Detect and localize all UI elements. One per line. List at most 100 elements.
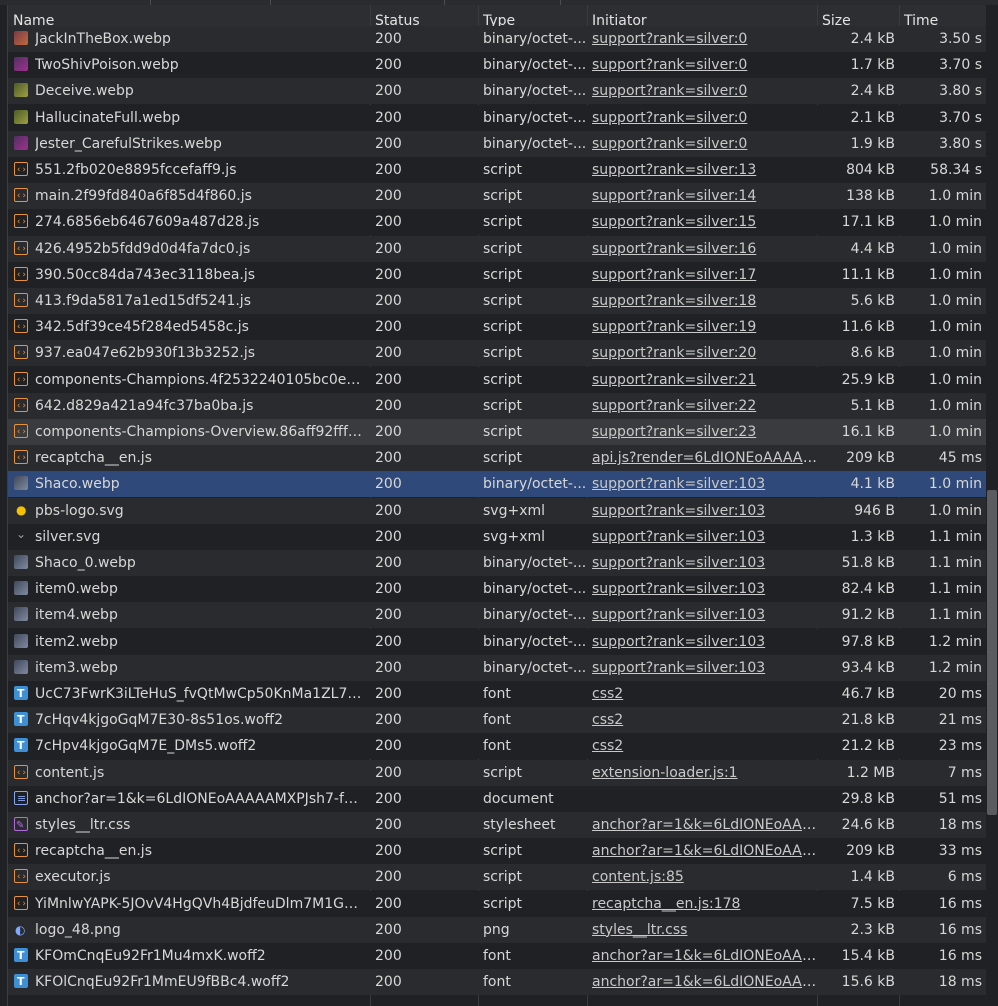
initiator-link[interactable]: support?rank=silver:14 [592,188,756,204]
table-row[interactable]: 390.50cc84da743ec3118bea.js 200 script supp… [8,261,986,288]
initiator-link[interactable]: support?rank=silver:0 [592,136,747,152]
initiator-link[interactable]: support?rank=silver:0 [592,57,747,73]
request-name-cell[interactable]: KFOlCnqEu92Fr1MmEU9fBBc4.woff2 [8,969,370,995]
table-row[interactable]: KFOmCnqEu92Fr1Mu4mxK.woff2 200 font anchor?… [8,943,986,969]
request-name-cell[interactable]: 7cHpv4kjgoGqM7E_DMs5.woff2 [8,733,370,759]
table-row[interactable]: styles__ltr.css 200 stylesheet anchor?ar=1&… [8,812,986,838]
initiator-link[interactable]: support?rank=silver:103 [592,476,765,492]
table-row[interactable]: item2.webp 200 binary/octet-... support?ran… [8,628,986,655]
initiator-link[interactable]: support?rank=silver:103 [592,555,765,571]
initiator-link[interactable]: styles__ltr.css [592,922,687,938]
request-name-cell[interactable]: styles__ltr.css [8,812,370,838]
request-name-cell[interactable]: pbs-logo.svg [8,498,370,524]
request-name-cell[interactable]: item3.webp [8,655,370,681]
initiator-link[interactable]: support?rank=silver:103 [592,634,765,650]
table-row[interactable]: recaptcha__en.js 200 script api.js?render=6… [8,445,986,472]
table-row[interactable]: KFOlCnqEu92Fr1MmEU9fBBc4.woff2 200 font anc… [8,969,986,996]
initiator-link[interactable]: css2 [592,738,623,754]
request-name-cell[interactable]: Jester_CarefulStrikes.webp [8,131,370,157]
table-row[interactable]: pbs-logo.svg 200 svg+xml support?rank=silve… [8,497,986,524]
table-row[interactable]: 342.5df39ce45f284ed5458c.js 200 script supp… [8,314,986,341]
table-row[interactable]: TwoShivPoison.webp 200 binary/octet-... sup… [8,52,986,79]
table-row[interactable]: main.2f99fd840a6f85d4f860.js 200 script sup… [8,183,986,210]
table-row[interactable]: JackInTheBox.webp 200 binary/octet-... supp… [8,26,986,52]
request-name-cell[interactable]: components-Champions-Overview.86aff92fff… [8,419,370,445]
initiator-link[interactable]: support?rank=silver:0 [592,83,747,99]
initiator-link[interactable]: support?rank=silver:17 [592,267,756,283]
table-row[interactable]: 937.ea047e62b930f13b3252.js 200 script supp… [8,340,986,367]
initiator-link[interactable]: support?rank=silver:15 [592,214,756,230]
request-name-cell[interactable]: item4.webp [8,602,370,628]
table-row[interactable]: silver.svg 200 svg+xml support?rank=silver:… [8,523,986,550]
request-name-cell[interactable]: recaptcha__en.js [8,445,370,471]
request-name-cell[interactable]: 413.f9da5817a1ed15df5241.js [8,288,370,314]
request-name-cell[interactable]: Shaco_0.webp [8,550,370,576]
table-row[interactable]: YiMnlwYAPK-5JOvV4HgQVh4BjdfeuDlm7M1Gg...… [8,890,986,917]
initiator-link[interactable]: support?rank=silver:19 [592,319,756,335]
table-row[interactable]: 274.6856eb6467609a487d28.js 200 script supp… [8,209,986,236]
request-name-cell[interactable]: 642.d829a421a94fc37ba0ba.js [8,393,370,419]
initiator-link[interactable]: support?rank=silver:23 [592,424,756,440]
request-name-cell[interactable]: 274.6856eb6467609a487d28.js [8,209,370,235]
table-row[interactable]: 413.f9da5817a1ed15df5241.js 200 script supp… [8,288,986,314]
request-name-cell[interactable]: UcC73FwrK3iLTeHuS_fvQtMwCp50KnMa1ZL7.w..… [8,681,370,707]
table-row[interactable]: item3.webp 200 binary/octet-... support?ran… [8,654,986,681]
request-name-cell[interactable]: 7cHqv4kjgoGqM7E30-8s51os.woff2 [8,707,370,733]
request-name-cell[interactable]: HallucinateFull.webp [8,105,370,131]
initiator-link[interactable]: support?rank=silver:16 [592,241,756,257]
request-name-cell[interactable]: Deceive.webp [8,78,370,104]
initiator-link[interactable]: support?rank=silver:103 [592,503,765,519]
table-row[interactable]: 7cHpv4kjgoGqM7E_DMs5.woff2 200 font css2 21.… [8,733,986,760]
initiator-link[interactable]: anchor?ar=1&k=6LdIONEoAAAAA [592,974,817,990]
initiator-link[interactable]: support?rank=silver:0 [592,110,747,126]
request-name-cell[interactable]: silver.svg [8,524,370,550]
request-name-cell[interactable]: main.2f99fd840a6f85d4f860.js [8,183,370,209]
request-name-cell[interactable]: logo_48.png [8,917,370,943]
initiator-link[interactable]: support?rank=silver:103 [592,529,765,545]
table-row[interactable]: item4.webp 200 binary/octet-... support?ran… [8,602,986,629]
request-name-cell[interactable]: TwoShivPoison.webp [8,52,370,78]
initiator-link[interactable]: support?rank=silver:18 [592,293,756,309]
table-row[interactable]: components-Champions.4f2532240105bc0eb4d… [8,366,986,393]
vertical-scrollbar[interactable] [986,5,998,1006]
request-name-cell[interactable]: Shaco.webp [8,471,370,497]
scrollbar-thumb[interactable] [987,490,997,815]
initiator-link[interactable]: content.js:85 [592,869,684,885]
table-row[interactable]: 426.4952b5fdd9d0d4fa7dc0.js 200 script supp… [8,235,986,262]
initiator-link[interactable]: support?rank=silver:103 [592,607,765,623]
table-row[interactable]: recaptcha__en.js 200 script anchor?ar=1&k=6… [8,838,986,865]
request-name-cell[interactable]: KFOmCnqEu92Fr1Mu4mxK.woff2 [8,943,370,969]
table-row[interactable]: 551.2fb020e8895fccefaff9.js 200 script supp… [8,157,986,183]
table-row[interactable]: item0.webp 200 binary/octet-... support?ran… [8,576,986,603]
table-row[interactable]: anchor?ar=1&k=6LdIONEoAAAAAMXPJsh7-fbP..… [8,785,986,812]
initiator-link[interactable]: anchor?ar=1&k=6LdIONEoAAAAA [592,948,817,964]
request-name-cell[interactable]: YiMnlwYAPK-5JOvV4HgQVh4BjdfeuDlm7M1Gg... [8,891,370,917]
initiator-link[interactable]: recaptcha__en.js:178 [592,896,740,912]
initiator-link[interactable]: css2 [592,712,623,728]
request-name-cell[interactable]: 551.2fb020e8895fccefaff9.js [8,157,370,183]
request-name-cell[interactable]: 426.4952b5fdd9d0d4fa7dc0.js [8,236,370,262]
initiator-link[interactable]: extension-loader.js:1 [592,765,738,781]
table-row[interactable]: Shaco.webp 200 binary/octet-... support?ran… [8,471,986,498]
table-row[interactable]: 7cHqv4kjgoGqM7E30-8s51os.woff2 200 font css… [8,707,986,734]
initiator-link[interactable]: support?rank=silver:13 [592,162,756,178]
initiator-link[interactable]: css2 [592,686,623,702]
initiator-link[interactable]: api.js?render=6LdIONEoAAAAAM [592,450,817,466]
request-name-cell[interactable]: anchor?ar=1&k=6LdIONEoAAAAAMXPJsh7-fbP..… [8,786,370,812]
table-row[interactable]: components-Champions-Overview.86aff92fff… [8,419,986,445]
request-name-cell[interactable]: JackInTheBox.webp [8,26,370,52]
initiator-link[interactable]: support?rank=silver:103 [592,660,765,676]
initiator-link[interactable]: support?rank=silver:20 [592,345,756,361]
request-name-cell[interactable]: components-Champions.4f2532240105bc0eb4d… [8,367,370,393]
table-row[interactable]: Shaco_0.webp 200 binary/octet-... support?r… [8,550,986,576]
initiator-link[interactable]: anchor?ar=1&k=6LdIONEoAAAAA [592,843,817,859]
initiator-link[interactable]: anchor?ar=1&k=6LdIONEoAAAAA [592,817,817,833]
table-row[interactable]: logo_48.png 200 png styles__ltr.css 2.3 kB 16… [8,916,986,943]
request-name-cell[interactable]: recaptcha__en.js [8,838,370,864]
table-row[interactable]: 642.d829a421a94fc37ba0ba.js 200 script supp… [8,392,986,419]
request-name-cell[interactable]: content.js [8,760,370,786]
initiator-link[interactable]: support?rank=silver:21 [592,372,756,388]
request-name-cell[interactable]: item0.webp [8,576,370,602]
table-row[interactable]: HallucinateFull.webp 200 binary/octet-... s… [8,104,986,131]
initiator-link[interactable]: support?rank=silver:22 [592,398,756,414]
